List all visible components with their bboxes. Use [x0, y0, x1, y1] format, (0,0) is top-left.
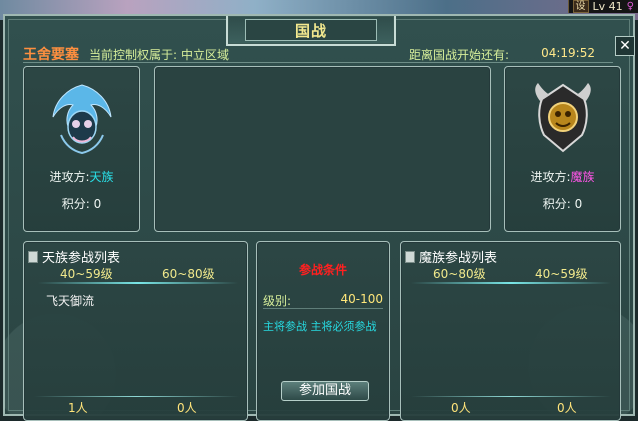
war-map-panel	[154, 66, 491, 232]
player-hud: 设 Lv 41 ♀	[567, 0, 638, 13]
score-label: 积分:	[542, 197, 571, 211]
attacker-faction-tian: 天族	[89, 170, 114, 184]
conditions-title: 参战条件	[298, 263, 347, 277]
level-label: 级别:	[263, 294, 292, 308]
count-level-high: 0人	[451, 401, 471, 415]
count-level-low: 1人	[68, 401, 88, 415]
list-icon	[28, 250, 38, 263]
control-label: 当前控制权属于:	[89, 47, 178, 62]
mo-faction-emblem-icon	[534, 83, 591, 153]
window-title: 国战	[294, 21, 327, 40]
join-war-button[interactable]: 参加国战	[281, 381, 369, 401]
list-icon	[405, 250, 415, 263]
col-header-level-high: 60~80级	[162, 267, 215, 281]
fortress-name: 王舍要塞	[23, 47, 79, 63]
player-level: Lv 41	[592, 0, 623, 13]
col-header-level-high: 60~80级	[433, 267, 486, 281]
col-header-level-low: 40~59级	[535, 267, 588, 281]
score-value-tian: 0	[93, 197, 102, 211]
close-button[interactable]: ✕	[615, 36, 635, 56]
hud-settings-button[interactable]: 设	[572, 0, 589, 13]
count-level-low: 0人	[557, 401, 577, 415]
nation-war-window: 国战 ✕ 王舍要塞 当前控制权属于: 中立区域 距离国战开始还有: 04:19:…	[3, 14, 635, 421]
tian-participant-list: 天族参战列表 40~59级 60~80级 飞天御流 1人 0人	[23, 241, 248, 421]
list-title-tian: 天族参战列表	[42, 251, 121, 266]
attacker-label: 进攻方:	[530, 170, 571, 184]
score-value-mo: 0	[574, 197, 583, 211]
tian-faction-emblem-icon	[52, 84, 111, 155]
countdown-label: 距离国战开始还有:	[409, 48, 510, 62]
general-requirement-note: 主将参战 主将必须参战	[263, 320, 377, 333]
mo-participant-list: 魔族参战列表 60~80级 40~59级 0人 0人	[400, 241, 621, 421]
count-level-high: 0人	[177, 401, 197, 415]
tian-attacker-panel: 进攻方:天族 积分: 0	[23, 66, 140, 232]
info-bar: 王舍要塞 当前控制权属于: 中立区域 距离国战开始还有: 04:19:52	[23, 46, 613, 63]
attacker-label: 进攻方:	[49, 170, 90, 184]
control-value: 中立区域	[181, 47, 230, 62]
mo-attacker-panel: 进攻方:魔族 积分: 0	[504, 66, 621, 232]
countdown-value: 04:19:52	[541, 46, 595, 60]
level-range: 40-100	[340, 292, 383, 306]
title-tab: 国战	[226, 16, 396, 46]
list-title-mo: 魔族参战列表	[419, 251, 498, 266]
col-header-level-low: 40~59级	[60, 267, 113, 281]
conditions-panel: 参战条件 级别: 40-100 主将参战 主将必须参战 参加国战	[256, 241, 390, 421]
gender-icon: ♀	[626, 1, 634, 12]
attacker-faction-mo: 魔族	[570, 170, 595, 184]
list-entry[interactable]: 飞天御流	[46, 292, 94, 309]
score-label: 积分:	[61, 197, 90, 211]
